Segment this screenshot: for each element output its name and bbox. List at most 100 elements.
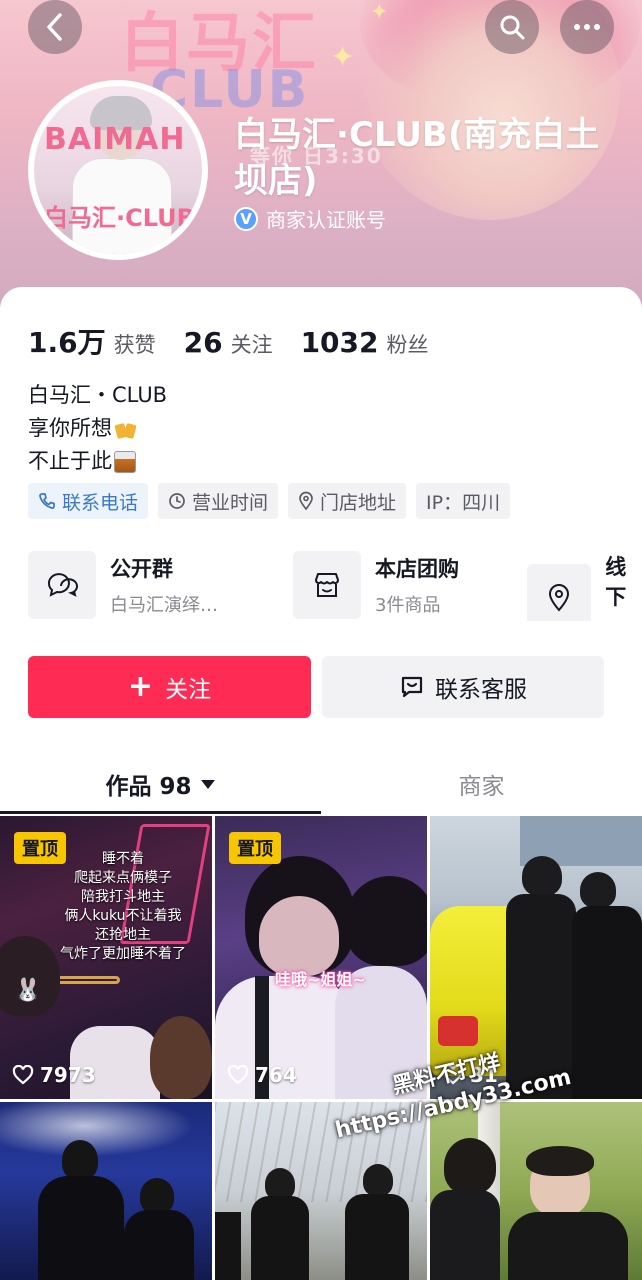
more-dots-icon xyxy=(574,24,600,30)
bio-line: 白马汇・CLUB xyxy=(28,379,167,412)
person-hair xyxy=(526,1146,594,1176)
tag-address[interactable]: 门店地址 xyxy=(288,483,407,519)
like-count: 7973 xyxy=(12,1063,96,1087)
stat-likes[interactable]: 1.6万 获赞 xyxy=(28,321,156,361)
tag-hours[interactable]: 营业时间 xyxy=(158,483,279,519)
bio-line: 不止于此 xyxy=(28,445,167,478)
stat-label: 获赞 xyxy=(113,333,156,357)
bio-line: 享你所想 xyxy=(28,412,167,445)
active-tab-underline xyxy=(0,811,321,814)
stat-label: 关注 xyxy=(230,333,273,357)
bio: 白马汇・CLUB 享你所想 不止于此 xyxy=(28,379,167,478)
like-count-value: 7973 xyxy=(40,1063,96,1087)
beer-emoji-icon xyxy=(114,418,138,440)
person-head xyxy=(522,856,562,896)
phone-icon xyxy=(39,493,55,509)
tag-label: 营业时间 xyxy=(192,491,269,514)
verified-label: 商家认证账号 xyxy=(266,208,386,232)
service-title: 公开群 xyxy=(110,557,173,581)
avatar-logo-text: BAIMAH xyxy=(44,122,186,157)
person-head xyxy=(580,872,616,908)
person-hair xyxy=(345,876,427,966)
location-pin-icon xyxy=(549,584,570,612)
plus-icon: + xyxy=(127,669,154,704)
back-arrow-icon xyxy=(47,13,62,41)
service-subtitle: 3件商品 xyxy=(375,595,441,616)
like-count: 764 xyxy=(227,1063,297,1087)
shop-icon xyxy=(315,573,339,597)
video-caption: 哇哦~姐姐~ xyxy=(275,970,366,989)
avatar-image: BAIMAH 白马汇·CLUB xyxy=(34,86,202,254)
video-tile[interactable] xyxy=(430,1102,642,1280)
verified-row: V 商家认证账号 xyxy=(234,204,386,233)
search-button[interactable] xyxy=(485,0,539,54)
service-title: 本店团购 xyxy=(375,557,459,581)
video-caption: 睡不着 爬起来点俩模子 陪我打斗地主 俩人kuku不让着我 还抢地主 气炸了更加… xyxy=(60,851,186,962)
stats-row: 1.6万 获赞 26 关注 1032 粉丝 xyxy=(28,321,457,361)
stat-number: 1032 xyxy=(300,326,379,359)
customer-service-icon xyxy=(401,676,423,698)
back-button[interactable] xyxy=(28,0,82,54)
tag-phone[interactable]: 联系电话 xyxy=(28,483,149,519)
video-tile[interactable]: 置顶 哇哦~姐姐~ 764 xyxy=(215,816,427,1099)
follow-button[interactable]: + 关注 xyxy=(28,656,311,718)
bio-text: 不止于此 xyxy=(28,449,112,473)
person-head xyxy=(62,1140,98,1180)
search-icon xyxy=(500,15,525,40)
heart-icon xyxy=(227,1065,249,1085)
bio-text: 享你所想 xyxy=(28,416,112,440)
person-suit xyxy=(345,1194,409,1280)
profile-header-banner: 白马汇 CLUB 等你 日3:30 ✦ ✦ BAIMAH 白马汇·CLUB 白马… xyxy=(0,0,642,330)
tag-ip: IP：四川 xyxy=(416,483,511,519)
service-icon-box xyxy=(527,564,592,621)
person-suit xyxy=(430,1190,500,1280)
stat-number: 1.6万 xyxy=(28,326,106,359)
service-group[interactable]: 公开群 白马汇演绎… xyxy=(28,551,218,619)
stat-following[interactable]: 26 关注 xyxy=(184,326,273,359)
service-group-buy[interactable]: 本店团购 3件商品 xyxy=(293,551,459,619)
contact-service-label: 联系客服 xyxy=(435,677,527,703)
avatar[interactable]: BAIMAH 白马汇·CLUB xyxy=(28,80,208,260)
service-subtitle: 白马汇演绎… xyxy=(110,595,218,616)
service-offline[interactable]: 线下 南充 xyxy=(527,551,642,621)
tag-label: 联系电话 xyxy=(62,491,139,514)
follow-label: 关注 xyxy=(165,677,212,703)
heart-icon xyxy=(12,1065,34,1085)
more-button[interactable] xyxy=(560,0,614,54)
content-tabs: 作品 98 商家 xyxy=(0,753,642,815)
service-title: 线下 xyxy=(605,555,627,609)
tag-label: IP：四川 xyxy=(426,491,501,514)
stat-number: 26 xyxy=(183,326,223,359)
like-count-value: 764 xyxy=(255,1063,297,1087)
location-pin-icon xyxy=(299,491,313,511)
service-icon-box xyxy=(293,551,361,619)
stat-followers[interactable]: 1032 粉丝 xyxy=(301,326,429,359)
whisky-emoji-icon xyxy=(114,450,136,473)
rabbit-emoji-icon: 🐰 xyxy=(14,978,42,1003)
person-suit xyxy=(251,1196,309,1280)
car-taillight xyxy=(438,1016,478,1046)
star-icon: ✦ xyxy=(370,0,389,25)
person-suit xyxy=(508,1212,628,1280)
person-silhouette xyxy=(150,1016,212,1099)
clock-icon xyxy=(169,493,185,509)
stage-light xyxy=(0,1102,212,1162)
tag-label: 门店地址 xyxy=(320,491,397,514)
video-tile[interactable] xyxy=(0,1102,212,1280)
person-head xyxy=(140,1178,174,1214)
person-hair xyxy=(444,1138,496,1194)
person-suit xyxy=(215,1212,241,1280)
service-icon-box xyxy=(28,551,96,619)
video-tile[interactable]: 置顶 睡不着 爬起来点俩模子 陪我打斗地主 俩人kuku不让着我 还抢地主 气炸… xyxy=(0,816,212,1099)
person-head xyxy=(363,1164,393,1196)
person-face xyxy=(259,896,339,976)
bio-text: 白马汇・CLUB xyxy=(28,383,168,407)
profile-name: 白马汇·CLUB(南充白土坝店) xyxy=(234,115,600,201)
contact-service-button[interactable]: 联系客服 xyxy=(322,656,604,718)
pinned-badge: 置顶 xyxy=(229,832,281,864)
tab-works[interactable]: 作品 98 xyxy=(0,753,321,815)
tab-merchant[interactable]: 商家 xyxy=(321,753,642,815)
avatar-logo-subtext: 白马汇·CLUB xyxy=(44,204,195,232)
caret-down-icon xyxy=(200,780,215,789)
person-suit xyxy=(124,1210,194,1280)
